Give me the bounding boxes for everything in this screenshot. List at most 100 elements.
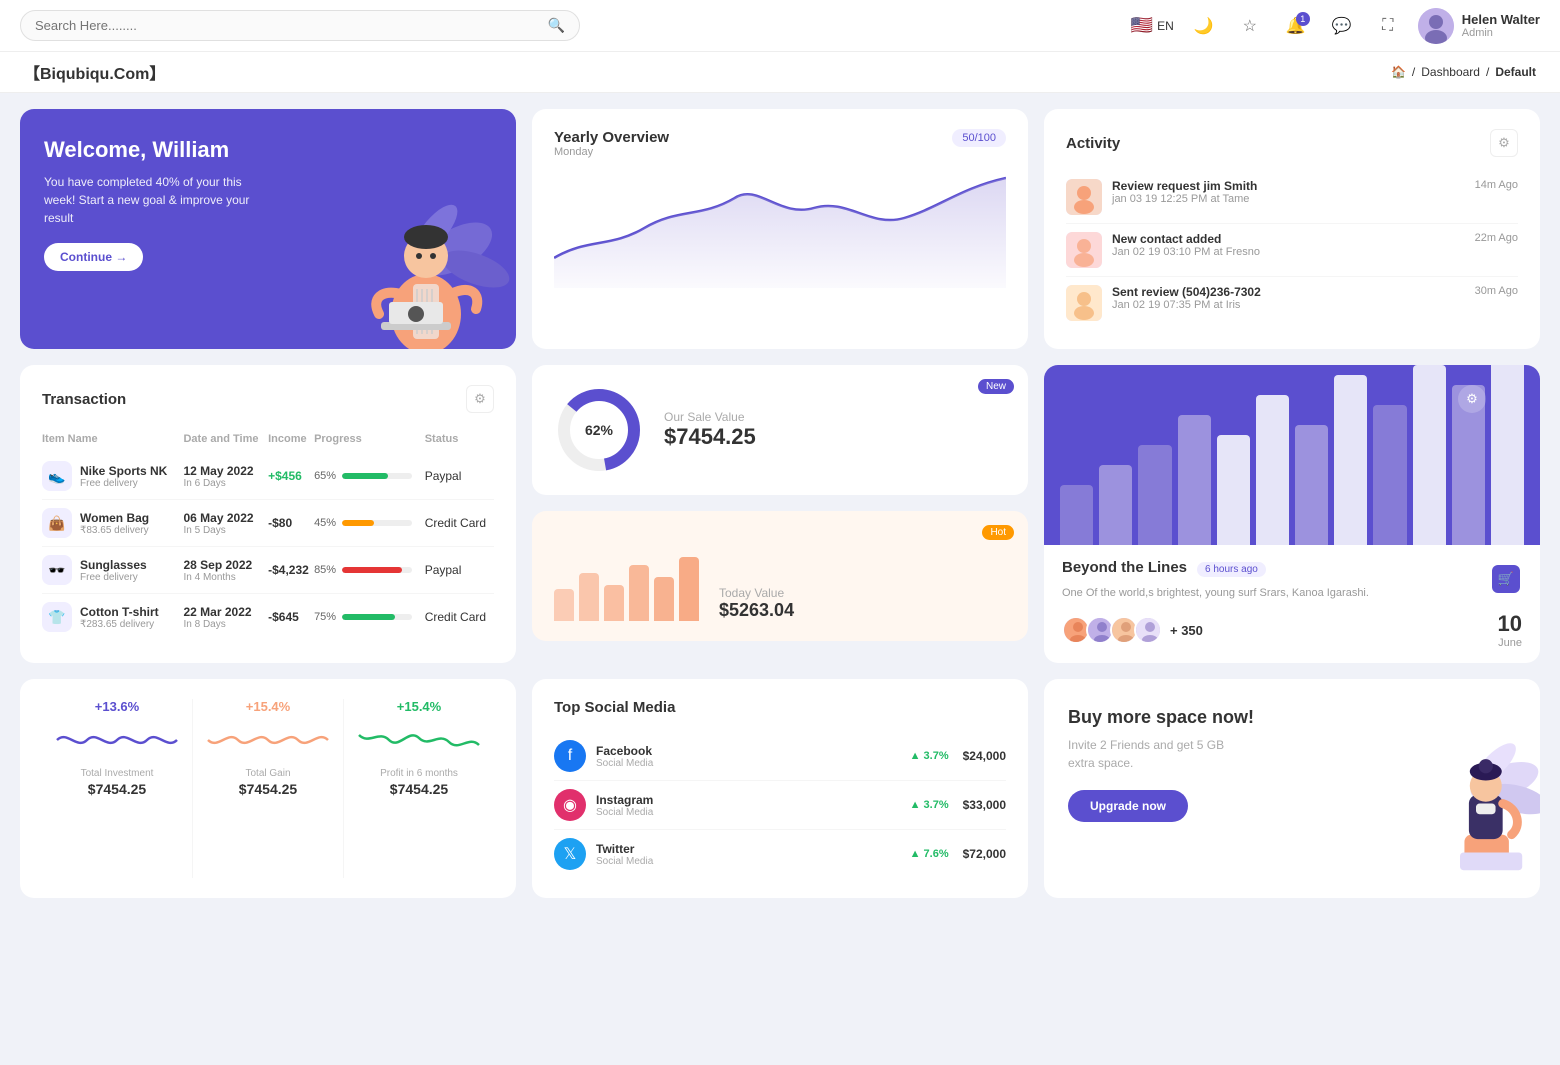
yearly-badge: 50/100 <box>952 129 1006 147</box>
metric-item-0: +13.6% Total Investment $7454.25 <box>42 699 193 878</box>
item-income-0: +$456 <box>268 453 314 500</box>
item-name-3: Cotton T-shirt <box>80 605 159 619</box>
messages-button[interactable]: 💬 <box>1326 10 1358 42</box>
metric-value-2: $7454.25 <box>390 781 448 797</box>
new-badge: New <box>978 379 1014 394</box>
metric-wave-1 <box>203 720 333 760</box>
beyond-bar-4 <box>1217 435 1250 545</box>
continue-button[interactable]: Continue → <box>44 243 143 271</box>
social-name-1: Instagram <box>596 793 653 807</box>
social-growth-0: ▲ 3.7% <box>910 750 949 762</box>
search-input[interactable] <box>35 18 540 33</box>
user-name: Helen Walter <box>1462 12 1540 27</box>
activity-title-0: Review request jim Smith <box>1112 179 1465 193</box>
item-days-3: In 8 Days <box>183 619 268 630</box>
table-row: 🕶️ Sunglasses Free delivery 28 Sep 2022 … <box>42 547 494 594</box>
today-bar-3 <box>629 565 649 621</box>
search-bar[interactable]: 🔍 <box>20 10 580 41</box>
item-days-0: In 6 Days <box>183 478 268 489</box>
transaction-card: Transaction ⚙ Item Name Date and Time In… <box>20 365 516 663</box>
item-income-1: -$80 <box>268 500 314 547</box>
beyond-card: ⚙ 🛒 Beyond the Lines 6 hours ago One Of … <box>1044 365 1540 663</box>
item-status-1: Credit Card <box>425 500 494 547</box>
col-item-name: Item Name <box>42 429 183 453</box>
yearly-title: Yearly Overview <box>554 129 669 146</box>
user-profile[interactable]: Helen Walter Admin <box>1418 8 1540 44</box>
beyond-bar-0 <box>1060 485 1093 545</box>
yearly-chart <box>554 168 1006 288</box>
social-sub-0: Social Media <box>596 758 653 769</box>
item-sub-2: Free delivery <box>80 572 147 583</box>
transaction-settings-button[interactable]: ⚙ <box>466 385 494 413</box>
favorites-button[interactable]: ☆ <box>1234 10 1266 42</box>
beyond-bar-1 <box>1099 465 1132 545</box>
activity-time-2: 30m Ago <box>1475 285 1518 297</box>
breadcrumb-dashboard[interactable]: Dashboard <box>1421 65 1480 79</box>
item-status-0: Paypal <box>425 453 494 500</box>
yearly-subtitle: Monday <box>554 146 669 158</box>
breadcrumb: 🏠 / Dashboard / Default <box>1391 65 1536 79</box>
svg-text:62%: 62% <box>585 422 614 438</box>
user-role: Admin <box>1462 27 1540 39</box>
item-days-1: In 5 Days <box>183 525 268 536</box>
beyond-plus-count: + 350 <box>1170 623 1203 638</box>
beyond-cart-button[interactable]: 🛒 <box>1492 565 1520 593</box>
col-income: Income <box>268 429 314 453</box>
metric-label-2: Profit in 6 months <box>380 768 458 779</box>
activity-item-2: Sent review (504)236-7302 Jan 02 19 07:3… <box>1066 277 1518 329</box>
social-amount-0: $24,000 <box>963 749 1006 763</box>
item-icon-1: 👜 <box>42 508 72 538</box>
social-icon-2: 𝕏 <box>554 838 586 870</box>
activity-thumb-1 <box>1066 232 1102 268</box>
metric-pct-0: +13.6% <box>95 699 139 714</box>
activity-settings-button[interactable]: ⚙ <box>1490 129 1518 157</box>
breadcrumb-current: Default <box>1495 65 1536 79</box>
nav-icons: 🇺🇸 EN 🌙 ☆ 🔔 1 💬 ⛶ <box>1131 8 1540 44</box>
notifications-button[interactable]: 🔔 1 <box>1280 10 1312 42</box>
dark-mode-toggle[interactable]: 🌙 <box>1188 10 1220 42</box>
item-progress-0: 65% <box>314 470 425 482</box>
metric-label-0: Total Investment <box>81 768 154 779</box>
today-label: Today Value <box>719 586 794 600</box>
upgrade-button[interactable]: Upgrade now <box>1068 790 1188 822</box>
activity-card: Activity ⚙ Review request jim Smith jan … <box>1044 109 1540 349</box>
expand-button[interactable]: ⛶ <box>1372 10 1404 42</box>
item-date-1: 06 May 2022 <box>183 511 268 525</box>
activity-item-1: New contact added Jan 02 19 03:10 PM at … <box>1066 224 1518 277</box>
sale-value-amount: $7454.25 <box>664 424 756 450</box>
beyond-bar-8 <box>1373 405 1406 545</box>
item-income-2: -$4,232 <box>268 547 314 594</box>
social-name-2: Twitter <box>596 842 653 856</box>
item-sub-1: ₹83.65 delivery <box>80 525 149 536</box>
social-name-0: Facebook <box>596 744 653 758</box>
item-sub-0: Free delivery <box>80 478 167 489</box>
metric-wave-2 <box>354 720 484 760</box>
beyond-time: 6 hours ago <box>1197 562 1266 577</box>
search-icon: 🔍 <box>548 17 565 34</box>
activity-desc-2: Jan 02 19 07:35 PM at Iris <box>1112 299 1465 311</box>
social-item-0: f Facebook Social Media ▲ 3.7% $24,000 <box>554 732 1006 781</box>
transaction-table: Item Name Date and Time Income Progress … <box>42 429 494 640</box>
activity-item-0: Review request jim Smith jan 03 19 12:25… <box>1066 171 1518 224</box>
expand-icon: ⛶ <box>1382 17 1393 35</box>
table-row: 👜 Women Bag ₹83.65 delivery 06 May 2022 … <box>42 500 494 547</box>
today-bar-2 <box>604 585 624 621</box>
top-navigation: 🔍 🇺🇸 EN 🌙 ☆ 🔔 1 💬 ⛶ <box>0 0 1560 52</box>
breadcrumb-bar: 【Biqubiqu.Com】 🏠 / Dashboard / Default <box>0 52 1560 93</box>
notification-badge: 1 <box>1296 12 1310 26</box>
social-media-card: Top Social Media f Facebook Social Media… <box>532 679 1028 898</box>
beyond-bar-3 <box>1178 415 1211 545</box>
language-selector[interactable]: 🇺🇸 EN <box>1131 15 1174 36</box>
welcome-subtitle: You have completed 40% of your this week… <box>44 173 264 227</box>
brand-logo: 【Biqubiqu.Com】 <box>24 60 165 84</box>
item-status-3: Credit Card <box>425 594 494 641</box>
activity-thumb-0 <box>1066 179 1102 215</box>
beyond-bar-7 <box>1334 375 1367 545</box>
activity-thumb-2 <box>1066 285 1102 321</box>
item-progress-3: 75% <box>314 611 425 623</box>
item-date-2: 28 Sep 2022 <box>183 558 268 572</box>
item-sub-3: ₹283.65 delivery <box>80 619 159 630</box>
beyond-gear-button[interactable]: ⚙ <box>1458 385 1486 413</box>
middle-column: New 62% Our Sale Value $7454.25 Hot <box>532 365 1028 663</box>
beyond-title: Beyond the Lines <box>1062 559 1187 576</box>
